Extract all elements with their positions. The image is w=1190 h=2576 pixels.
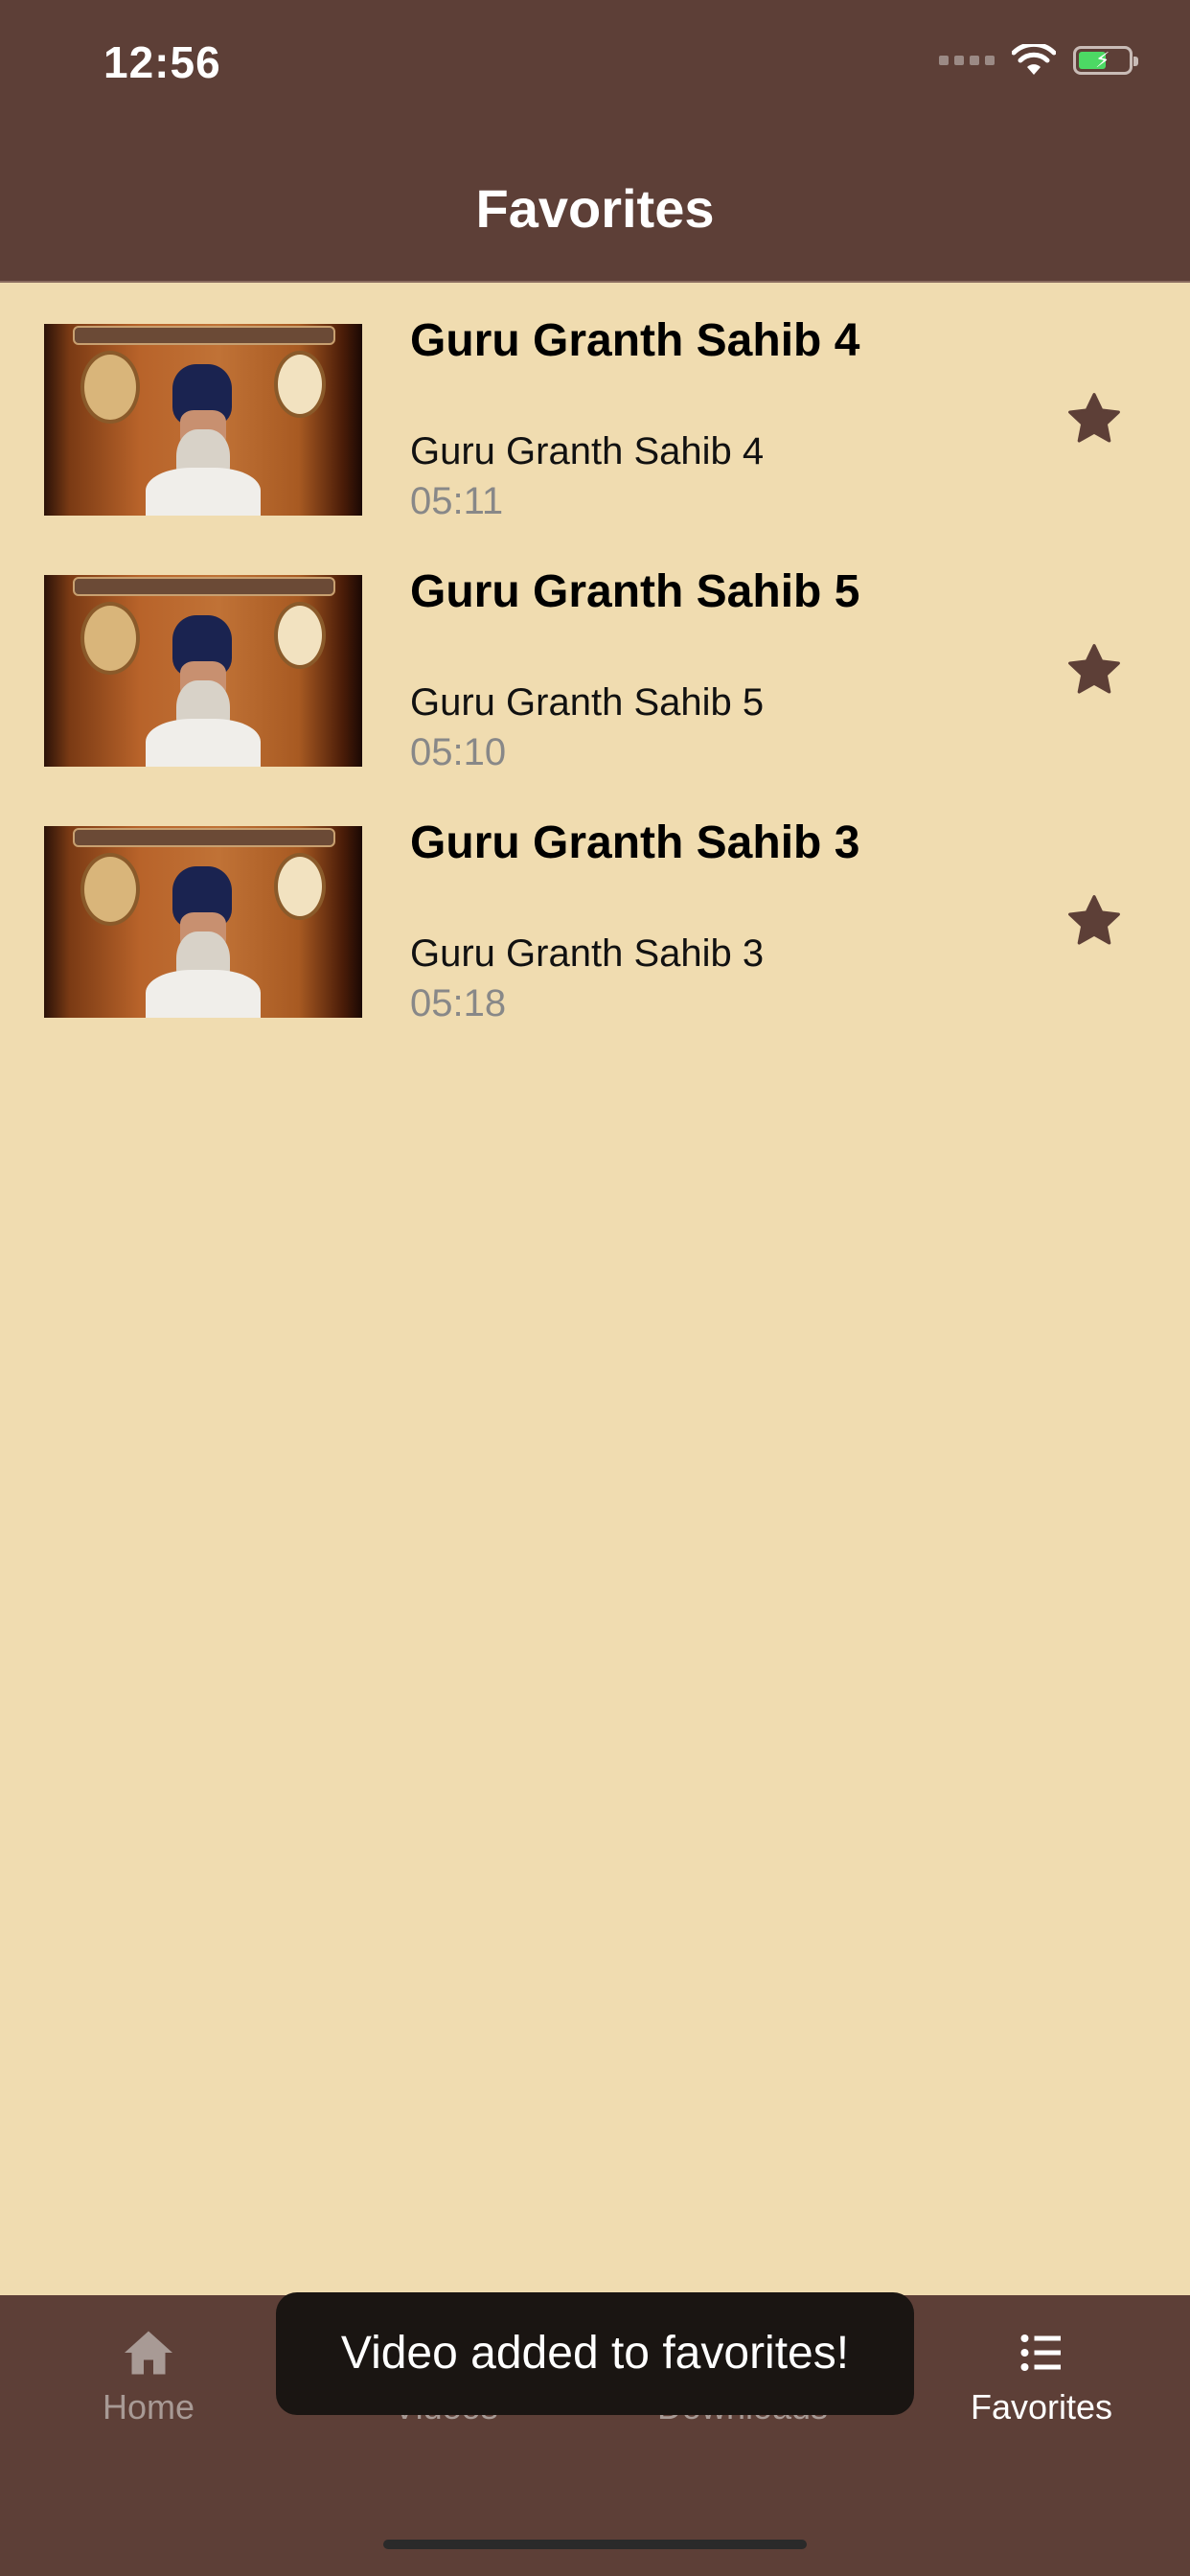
list-item[interactable]: Guru Granth Sahib 4 Guru Granth Sahib 4 … xyxy=(0,281,1190,532)
video-duration: 05:10 xyxy=(410,731,507,773)
page-title: Favorites xyxy=(475,178,715,239)
wifi-icon xyxy=(1012,44,1056,75)
video-subtitle: Guru Granth Sahib 5 xyxy=(410,681,765,724)
cellular-signal-icon xyxy=(939,56,995,65)
video-subtitle: Guru Granth Sahib 4 xyxy=(410,430,765,472)
star-icon[interactable] xyxy=(1064,890,1125,952)
tab-favorites-label: Favorites xyxy=(970,2387,1113,2426)
list-icon xyxy=(1020,2334,1061,2371)
favorites-list: Guru Granth Sahib 4 Guru Granth Sahib 4 … xyxy=(0,281,1190,1034)
home-indicator[interactable] xyxy=(383,2540,807,2549)
tab-favorites[interactable]: Favorites xyxy=(893,2324,1190,2427)
video-thumbnail[interactable] xyxy=(44,575,362,767)
video-title: Guru Granth Sahib 4 xyxy=(410,315,860,366)
toast-message: Video added to favorites! xyxy=(276,2292,914,2415)
video-title: Guru Granth Sahib 5 xyxy=(410,566,860,617)
video-thumbnail[interactable] xyxy=(44,324,362,516)
home-icon xyxy=(125,2331,172,2375)
status-icons: ⚡ xyxy=(939,44,1138,77)
video-duration: 05:11 xyxy=(410,480,504,522)
battery-icon: ⚡ xyxy=(1073,46,1138,75)
tab-home[interactable]: Home xyxy=(0,2324,297,2427)
video-title: Guru Granth Sahib 3 xyxy=(410,817,860,868)
star-icon[interactable] xyxy=(1064,639,1125,701)
list-item[interactable]: Guru Granth Sahib 3 Guru Granth Sahib 3 … xyxy=(0,783,1190,1034)
list-item[interactable]: Guru Granth Sahib 5 Guru Granth Sahib 5 … xyxy=(0,532,1190,783)
navigation-header: 12:56 ⚡ Favorites xyxy=(0,0,1190,283)
video-subtitle: Guru Granth Sahib 3 xyxy=(410,932,765,975)
video-duration: 05:18 xyxy=(410,982,507,1024)
video-thumbnail[interactable] xyxy=(44,826,362,1018)
star-icon[interactable] xyxy=(1064,388,1125,449)
tab-home-label: Home xyxy=(102,2387,195,2426)
status-time: 12:56 xyxy=(103,37,221,87)
